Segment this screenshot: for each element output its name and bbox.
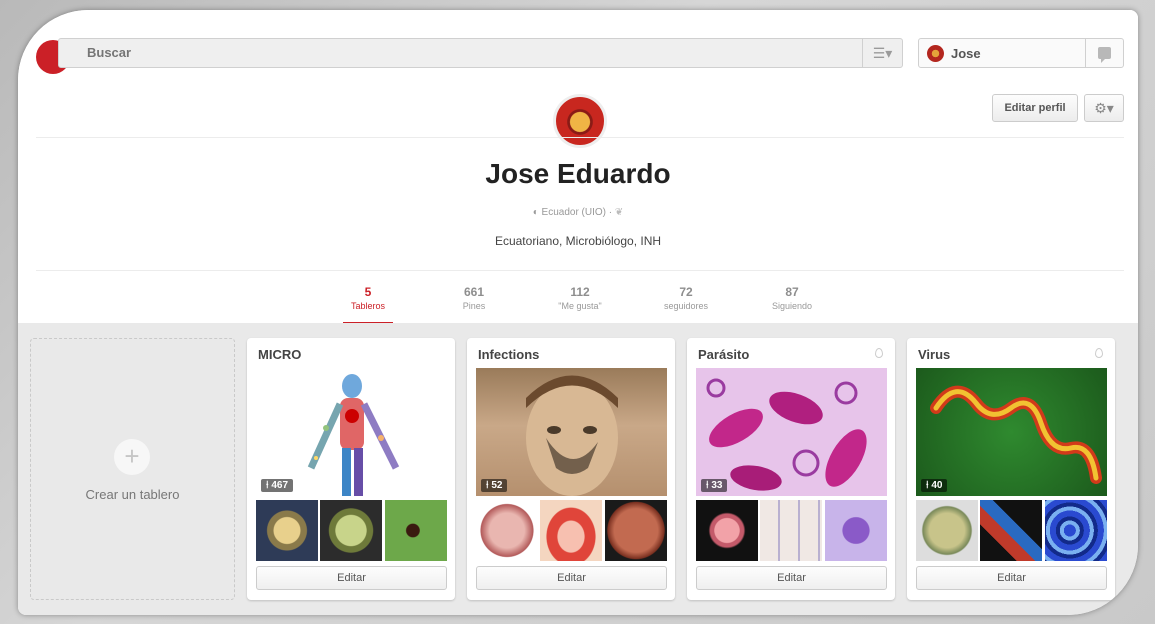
location-icon: ◐	[532, 207, 539, 218]
edit-board-button[interactable]: Editar	[256, 566, 447, 590]
board-thumbnail[interactable]	[476, 500, 538, 561]
divider	[36, 270, 1124, 271]
parasite-eggs-micrograph	[706, 378, 867, 491]
profile-avatar	[553, 94, 607, 148]
profile-stats: 5 Tableros 661 Pines 112 "Me gusta" 72 s…	[318, 285, 858, 325]
menu-icon[interactable]: ☰▾	[862, 39, 902, 67]
board-card[interactable]: Parásito ⍿ 33 Editar	[687, 338, 895, 600]
location-pin-icon	[1095, 348, 1103, 358]
board-thumbnail[interactable]	[760, 500, 822, 561]
board-title: Parásito	[698, 347, 750, 362]
board-card[interactable]: Virus ⍿ 40 Editar	[907, 338, 1115, 600]
top-bar: ☰▾ Jose	[18, 10, 1138, 94]
speech-bubble-icon	[1098, 47, 1111, 63]
search-bar[interactable]: ☰▾	[58, 38, 903, 68]
board-cover-image[interactable]: ⍿ 52	[476, 368, 667, 496]
board-thumbnail[interactable]	[916, 500, 978, 561]
user-menu[interactable]: Jose	[918, 38, 1124, 68]
stat-followers[interactable]: 72 seguidores	[636, 285, 736, 311]
board-thumbnail[interactable]	[605, 500, 667, 561]
settings-button[interactable]: ⚙▾	[1084, 94, 1124, 122]
edit-board-button[interactable]: Editar	[476, 566, 667, 590]
gear-icon: ⚙▾	[1094, 99, 1114, 116]
board-thumbnail[interactable]	[696, 500, 758, 561]
edit-profile-button[interactable]: Editar perfil	[992, 94, 1078, 122]
board-title: Virus	[918, 347, 951, 362]
board-thumbnail[interactable]	[980, 500, 1042, 561]
board-title: MICRO	[258, 347, 302, 362]
stat-boards[interactable]: 5 Tableros	[318, 285, 418, 325]
boards-grid: + Crear un tablero MICRO ⍿ 467 Editar In…	[18, 323, 1138, 615]
pin-count-badge: ⍿ 40	[921, 479, 948, 492]
page-title: Jose Eduardo	[485, 158, 671, 189]
board-thumbnail[interactable]	[540, 500, 602, 561]
board-thumbnail[interactable]	[320, 500, 382, 561]
stat-likes[interactable]: 112 "Me gusta"	[530, 285, 630, 311]
board-thumbnail[interactable]	[256, 500, 318, 561]
edit-board-button[interactable]: Editar	[696, 566, 887, 590]
avatar	[927, 45, 944, 62]
create-board-label: Crear un tablero	[85, 487, 180, 502]
location-line: ◐ Ecuador (UIO) · ❦	[532, 207, 624, 218]
board-title: Infections	[478, 347, 540, 362]
notifications-button[interactable]	[1085, 39, 1123, 67]
pin-count-badge: ⍿ 467	[261, 479, 294, 492]
location-pin-icon	[875, 348, 883, 358]
board-cover-image[interactable]: ⍿ 467	[256, 368, 447, 496]
search-input[interactable]	[87, 45, 847, 60]
plus-icon: +	[114, 439, 150, 475]
create-board-card[interactable]: + Crear un tablero	[30, 338, 235, 600]
human-body-illustration	[307, 374, 400, 496]
user-name: Jose	[951, 46, 981, 61]
board-thumbnail[interactable]	[825, 500, 887, 561]
board-cover-image[interactable]: ⍿ 33	[696, 368, 887, 496]
board-cover-image[interactable]: ⍿ 40	[916, 368, 1107, 496]
pin-count-badge: ⍿ 52	[481, 479, 508, 492]
board-card[interactable]: MICRO ⍿ 467 Editar	[247, 338, 455, 600]
portrait-photo	[526, 375, 618, 496]
pin-count-badge: ⍿ 33	[701, 479, 728, 492]
virus-illustration	[930, 385, 1102, 484]
location-text: Ecuador (UIO)	[541, 207, 606, 218]
browser-frame: ☰▾ Jose Editar perfil ⚙▾ Jose Eduardo ◐ …	[18, 10, 1138, 615]
board-thumbnail[interactable]	[1045, 500, 1107, 561]
stat-following[interactable]: 87 Siguiendo	[742, 285, 842, 311]
edit-board-button[interactable]: Editar	[916, 566, 1107, 590]
twitter-icon[interactable]: ❦	[615, 207, 623, 218]
divider	[36, 137, 1124, 138]
profile-bio: Ecuatoriano, Microbiólogo, INH	[494, 234, 662, 248]
board-card[interactable]: Infections ⍿ 52 Editar	[467, 338, 675, 600]
stat-pins[interactable]: 661 Pines	[424, 285, 524, 311]
board-thumbnail[interactable]	[385, 500, 447, 561]
